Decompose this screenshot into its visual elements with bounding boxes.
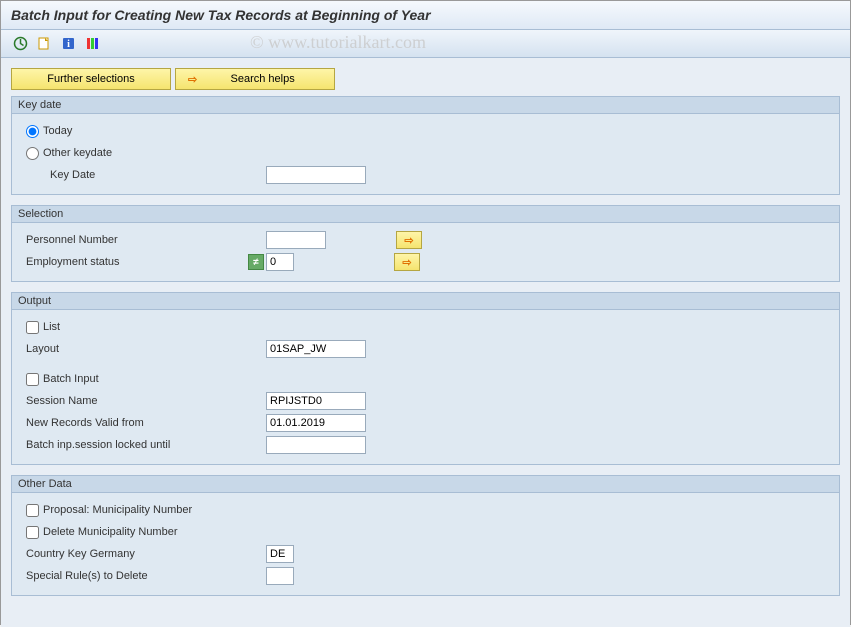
special-rules-label: Special Rule(s) to Delete (26, 570, 266, 582)
layout-input[interactable] (266, 340, 366, 358)
country-key-label: Country Key Germany (26, 548, 266, 560)
locked-until-label: Batch inp.session locked until (26, 439, 266, 451)
list-checkbox[interactable] (26, 321, 39, 334)
further-selections-label: Further selections (47, 73, 134, 85)
country-key-input[interactable] (266, 545, 294, 563)
personnel-number-input[interactable] (266, 231, 326, 249)
info-icon[interactable]: i (59, 35, 77, 53)
proposal-checkbox[interactable] (26, 504, 39, 517)
list-label: List (43, 321, 60, 333)
variant-icon[interactable] (35, 35, 53, 53)
today-label: Today (43, 125, 72, 137)
color-legend-icon[interactable] (83, 35, 101, 53)
search-helps-button[interactable]: ⇨ Search helps (175, 68, 335, 90)
personnel-number-label: Personnel Number (26, 234, 266, 246)
content-area: Further selections ⇨ Search helps Key da… (1, 58, 850, 627)
not-equal-icon[interactable]: ≠ (248, 254, 264, 270)
employment-status-label: Employment status (26, 256, 248, 268)
special-rules-input[interactable] (266, 567, 294, 585)
search-helps-label: Search helps (203, 73, 322, 85)
keydate-field-label: Key Date (26, 169, 266, 181)
execute-icon[interactable] (11, 35, 29, 53)
session-name-label: Session Name (26, 395, 266, 407)
page-title: Batch Input for Creating New Tax Records… (1, 1, 850, 30)
batch-input-checkbox[interactable] (26, 373, 39, 386)
new-records-label: New Records Valid from (26, 417, 266, 429)
other-keydate-radio[interactable] (26, 147, 39, 160)
selection-group: Selection Personnel Number ⇨ Employment … (11, 205, 840, 282)
output-group-title: Output (12, 293, 839, 310)
new-records-input[interactable] (266, 414, 366, 432)
selection-group-title: Selection (12, 206, 839, 223)
keydate-group: Key date Today Other keydate Key Date (11, 96, 840, 195)
employment-multiselect-button[interactable]: ⇨ (394, 253, 420, 271)
output-group: Output List Layout Batch Input Session N… (11, 292, 840, 465)
further-selections-button[interactable]: Further selections (11, 68, 171, 90)
session-name-input[interactable] (266, 392, 366, 410)
personnel-multiselect-button[interactable]: ⇨ (396, 231, 422, 249)
employment-status-input[interactable] (266, 253, 294, 271)
arrow-right-icon: ⇨ (188, 73, 197, 86)
other-keydate-label: Other keydate (43, 147, 112, 159)
other-data-group-title: Other Data (12, 476, 839, 493)
other-data-group: Other Data Proposal: Municipality Number… (11, 475, 840, 596)
svg-text:i: i (67, 39, 70, 50)
batch-input-label: Batch Input (43, 373, 99, 385)
today-radio[interactable] (26, 125, 39, 138)
locked-until-input[interactable] (266, 436, 366, 454)
app-toolbar: i (1, 30, 850, 58)
proposal-label: Proposal: Municipality Number (43, 504, 192, 516)
keydate-input[interactable] (266, 166, 366, 184)
delete-muni-checkbox[interactable] (26, 526, 39, 539)
keydate-group-title: Key date (12, 97, 839, 114)
layout-label: Layout (26, 343, 266, 355)
delete-muni-label: Delete Municipality Number (43, 526, 178, 538)
